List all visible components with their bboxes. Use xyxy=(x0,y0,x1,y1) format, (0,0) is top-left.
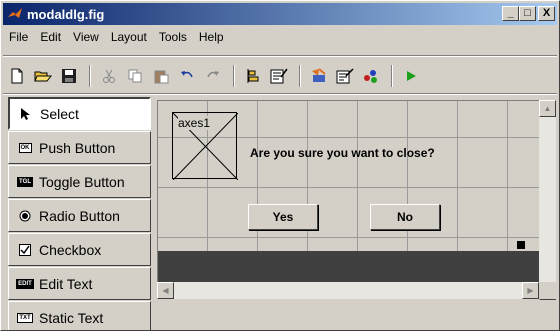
cut-icon[interactable] xyxy=(97,64,121,88)
axes-label: axes1 xyxy=(178,116,211,130)
property-inspector-icon[interactable] xyxy=(307,64,331,88)
palette-push-button[interactable]: OK Push Button xyxy=(8,131,151,164)
static-text-icon: TXT xyxy=(17,312,33,323)
toggle-button-icon: TGL xyxy=(17,176,33,187)
title-bar[interactable]: modaldlg.fig _ □ X xyxy=(3,3,557,25)
scroll-left-icon[interactable]: ◀ xyxy=(157,282,174,299)
toolbar-divider xyxy=(3,93,557,95)
horizontal-scrollbar[interactable]: ◀ ▶ xyxy=(157,282,539,299)
palette-static-text[interactable]: TXT Static Text xyxy=(8,301,151,330)
palette-edit-text[interactable]: EDIT Edit Text xyxy=(8,267,151,300)
mfile-editor-icon[interactable] xyxy=(359,64,383,88)
no-button[interactable]: No xyxy=(370,204,440,230)
prompt-text[interactable]: Are you sure you want to close? xyxy=(250,146,435,160)
axes-component[interactable]: axes1 xyxy=(172,112,238,180)
vertical-scrollbar[interactable]: ▲ ▼ xyxy=(539,100,556,300)
palette-radio-button[interactable]: Radio Button xyxy=(8,199,151,232)
paste-icon[interactable] xyxy=(149,64,173,88)
object-browser-icon[interactable] xyxy=(333,64,357,88)
palette-item-label: Select xyxy=(40,105,79,122)
toolbar-separator xyxy=(233,65,235,87)
palette-item-label: Push Button xyxy=(39,139,116,156)
palette-item-label: Edit Text xyxy=(39,275,93,292)
palette-toggle-button[interactable]: TGL Toggle Button xyxy=(8,165,151,198)
run-icon[interactable] xyxy=(399,64,423,88)
maximize-button[interactable]: □ xyxy=(519,6,536,21)
toolbar xyxy=(5,61,425,91)
copy-icon[interactable] xyxy=(123,64,147,88)
layout-canvas[interactable]: axes1 Are you sure you want to close? Ye… xyxy=(157,100,539,282)
menu-divider xyxy=(3,55,557,57)
palette-item-label: Static Text xyxy=(39,309,104,326)
toolbar-separator xyxy=(89,65,91,87)
yes-button[interactable]: Yes xyxy=(248,204,318,230)
align-icon[interactable] xyxy=(241,64,265,88)
menu-bar: File Edit View Layout Tools Help xyxy=(3,27,230,47)
component-palette: Select OK Push Button TGL Toggle Button … xyxy=(8,97,154,330)
menu-tools[interactable]: Tools xyxy=(153,30,193,44)
scroll-up-icon[interactable]: ▲ xyxy=(539,100,556,117)
save-icon[interactable] xyxy=(57,64,81,88)
new-icon[interactable] xyxy=(5,64,29,88)
matlab-logo-icon xyxy=(7,6,23,22)
edit-text-icon: EDIT xyxy=(16,278,34,289)
checkbox-icon xyxy=(17,243,33,256)
scrollbar-corner xyxy=(539,282,556,299)
toolbar-separator xyxy=(391,65,393,87)
menu-view[interactable]: View xyxy=(67,30,105,44)
push-button-icon: OK xyxy=(18,142,32,153)
close-button[interactable]: X xyxy=(538,6,555,21)
menu-edit[interactable]: Edit xyxy=(34,30,67,44)
toolbar-separator xyxy=(299,65,301,87)
redo-icon[interactable] xyxy=(201,64,225,88)
figure-resize-handle[interactable] xyxy=(517,241,525,249)
palette-item-label: Toggle Button xyxy=(39,173,125,190)
scroll-right-icon[interactable]: ▶ xyxy=(522,282,539,299)
menu-editor-icon[interactable] xyxy=(267,64,291,88)
palette-select[interactable]: Select xyxy=(8,97,151,130)
guide-window: modaldlg.fig _ □ X File Edit View Layout… xyxy=(0,0,560,331)
menu-layout[interactable]: Layout xyxy=(105,30,153,44)
arrow-cursor-icon xyxy=(18,107,34,120)
palette-checkbox[interactable]: Checkbox xyxy=(8,233,151,266)
window-title: modaldlg.fig xyxy=(27,6,105,22)
radio-button-icon xyxy=(17,210,33,222)
open-icon[interactable] xyxy=(31,64,55,88)
menu-help[interactable]: Help xyxy=(193,30,230,44)
undo-icon[interactable] xyxy=(175,64,199,88)
palette-item-label: Radio Button xyxy=(39,207,120,224)
canvas-background xyxy=(158,251,539,282)
minimize-button[interactable]: _ xyxy=(502,6,519,21)
menu-file[interactable]: File xyxy=(3,30,34,44)
palette-item-label: Checkbox xyxy=(39,241,102,258)
